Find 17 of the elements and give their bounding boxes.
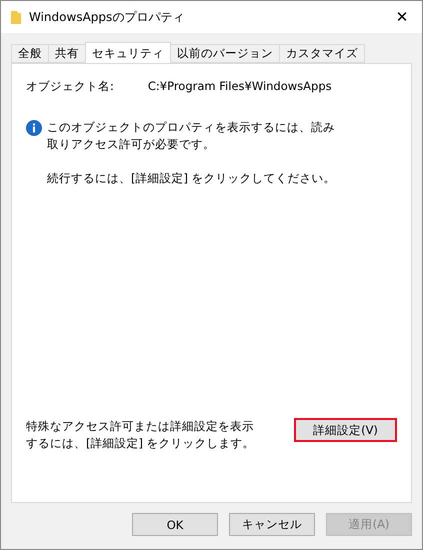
object-path: C:¥Program Files¥WindowsApps	[148, 78, 332, 95]
object-name-label: オブジェクト名:	[26, 78, 114, 95]
dialog-button[interactable]: OK	[132, 513, 218, 536]
dialog-button[interactable]: キャンセル	[229, 513, 315, 536]
advanced-description: 特殊なアクセス許可または詳細設定を表示するには、[詳細設定] をクリックします。	[26, 418, 256, 452]
info-message: このオブジェクトのプロパティを表示するには、読み取りアクセス許可が必要です。	[47, 119, 336, 153]
tab[interactable]: 全般	[11, 44, 49, 63]
tab[interactable]: 共有	[48, 44, 86, 63]
tab[interactable]: 以前のバージョン	[170, 44, 280, 63]
window-title: WindowsAppsのプロパティ	[29, 8, 186, 26]
folder-icon	[11, 10, 21, 24]
advanced-button[interactable]: 詳細設定(V)	[294, 418, 397, 442]
info-hint: 続行するには、[詳細設定] をクリックしてください。	[47, 170, 337, 187]
tab[interactable]: カスタマイズ	[279, 44, 365, 63]
info-icon	[26, 120, 42, 136]
close-button[interactable]: ✕	[382, 1, 422, 33]
tab[interactable]: セキュリティ	[85, 42, 171, 63]
